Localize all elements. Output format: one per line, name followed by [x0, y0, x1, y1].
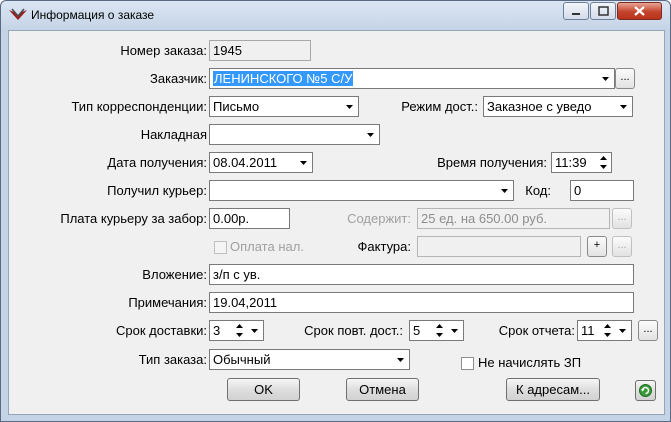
- courier-fee-field[interactable]: 0.00р.: [209, 208, 290, 229]
- receive-date-value: 08.04.2011: [213, 155, 278, 170]
- correspondence-type-select[interactable]: Письмо: [209, 96, 359, 117]
- dialog-window: Информация о заказе Номер заказа: 1945 З…: [0, 0, 671, 422]
- customer-value: ЛЕНИНСКОГО №5 С/У: [213, 71, 354, 86]
- customer-label: Заказчик:: [149, 71, 207, 86]
- notes-label: Примечания:: [128, 295, 207, 310]
- maximize-icon: [598, 6, 609, 16]
- chevron-down-icon[interactable]: [393, 351, 408, 368]
- no-salary-label: Не начислять ЗП: [478, 355, 582, 370]
- close-button[interactable]: [617, 2, 662, 20]
- facture-more-button[interactable]: ...: [612, 236, 632, 257]
- chevron-down-icon[interactable]: [363, 126, 378, 143]
- courier-fee-label: Плата курьеру за забор:: [60, 211, 207, 226]
- correspondence-type-label: Тип корреспонденции:: [71, 99, 207, 114]
- report-term-label: Срок отчета:: [498, 323, 575, 338]
- facture-field: [417, 236, 581, 257]
- chevron-down-icon[interactable]: [598, 70, 613, 87]
- refresh-icon: [639, 384, 652, 397]
- order-number-field: 1945: [209, 40, 311, 61]
- receive-date-label: Дата получения:: [107, 155, 207, 170]
- receive-time-value: 11:39: [555, 155, 587, 170]
- spin-updown-icon[interactable]: [233, 321, 246, 340]
- title-bar[interactable]: Информация о заказе: [1, 1, 670, 29]
- contents-more-button[interactable]: ...: [612, 208, 632, 229]
- attachment-field[interactable]: з/п с ув.: [209, 264, 634, 285]
- cash-payment-checkbox[interactable]: [214, 241, 227, 254]
- app-logo-icon: [8, 8, 28, 22]
- code-label: Код:: [525, 183, 551, 198]
- cancel-button[interactable]: Отмена: [346, 378, 419, 401]
- customer-more-button[interactable]: ...: [615, 68, 635, 89]
- repeat-term-label: Срок повт. дост.:: [304, 323, 403, 338]
- correspondence-type-value: Письмо: [213, 99, 260, 114]
- order-number-label: Номер заказа:: [120, 43, 207, 58]
- order-type-label: Тип заказа:: [138, 352, 207, 367]
- delivery-term-value: 3: [213, 323, 221, 338]
- courier-select[interactable]: [209, 180, 514, 201]
- chevron-down-icon[interactable]: [616, 98, 631, 115]
- chevron-down-icon[interactable]: [497, 182, 512, 199]
- report-term-more-button[interactable]: ...: [638, 320, 658, 341]
- chevron-down-icon[interactable]: [247, 322, 262, 339]
- code-field[interactable]: 0: [570, 180, 634, 201]
- receive-time-label: Время получения:: [437, 155, 547, 170]
- to-addresses-button[interactable]: К адресам...: [506, 378, 600, 401]
- delivery-mode-select[interactable]: Заказное с уведо: [483, 96, 633, 117]
- ok-button[interactable]: OK: [227, 378, 300, 401]
- customer-combo[interactable]: ЛЕНИНСКОГО №5 С/У: [209, 68, 615, 89]
- facture-label: Фактура:: [357, 239, 411, 254]
- report-term-spinner[interactable]: 11: [577, 320, 632, 341]
- delivery-term-spinner[interactable]: 3: [209, 320, 264, 341]
- attachment-label: Вложение:: [142, 267, 207, 282]
- delivery-term-label: Срок доставки:: [116, 323, 207, 338]
- chevron-down-icon[interactable]: [296, 154, 311, 171]
- no-salary-checkbox[interactable]: [461, 357, 474, 370]
- refresh-button[interactable]: [635, 380, 656, 401]
- maximize-button[interactable]: [590, 2, 616, 20]
- contents-label: Содержит:: [347, 211, 411, 226]
- invoice-doc-select[interactable]: [209, 124, 380, 145]
- notes-field[interactable]: 19.04,2011: [209, 292, 634, 313]
- spin-updown-icon[interactable]: [433, 321, 446, 340]
- courier-label: Получил курьер:: [107, 183, 207, 198]
- chevron-down-icon[interactable]: [447, 322, 462, 339]
- report-term-value: 11: [581, 323, 595, 338]
- facture-add-button[interactable]: +: [587, 236, 607, 257]
- spin-updown-icon[interactable]: [601, 321, 614, 340]
- order-type-value: Обычный: [213, 352, 271, 367]
- contents-field: 25 ед. на 650.00 руб.: [417, 208, 610, 229]
- order-type-select[interactable]: Обычный: [209, 349, 410, 370]
- invoice-doc-label: Накладная: [140, 127, 207, 142]
- close-icon: [634, 6, 645, 16]
- repeat-term-spinner[interactable]: 5: [409, 320, 464, 341]
- spin-updown-icon[interactable]: [597, 153, 610, 172]
- receive-time-spinner[interactable]: 11:39: [551, 152, 612, 173]
- chevron-down-icon[interactable]: [342, 98, 357, 115]
- form-panel: Номер заказа: 1945 Заказчик: ЛЕНИНСКОГО …: [8, 30, 665, 415]
- repeat-term-value: 5: [413, 323, 421, 338]
- receive-date-picker[interactable]: 08.04.2011: [209, 152, 313, 173]
- cash-payment-label: Оплата нал.: [230, 239, 304, 254]
- minimize-icon: [572, 13, 580, 15]
- minimize-button[interactable]: [563, 2, 589, 20]
- window-title: Информация о заказе: [31, 8, 155, 22]
- delivery-mode-value: Заказное с уведо: [487, 99, 592, 114]
- chevron-down-icon[interactable]: [615, 322, 630, 339]
- delivery-mode-label: Режим дост.:: [401, 99, 478, 114]
